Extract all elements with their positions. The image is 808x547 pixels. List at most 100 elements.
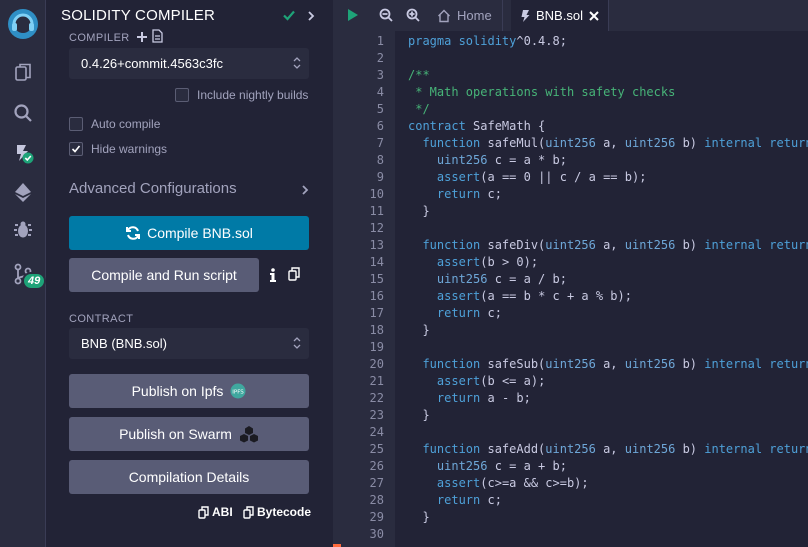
compiler-version-select[interactable]: 0.4.26+commit.4563c3fc bbox=[69, 48, 309, 79]
line-number: 15 bbox=[369, 272, 384, 286]
code-line[interactable]: 4 * Math operations with safety checks bbox=[333, 84, 808, 101]
auto-compile-checkbox[interactable]: Auto compile bbox=[69, 117, 160, 131]
zoom-in-icon[interactable] bbox=[406, 8, 420, 27]
code-token: uint256 bbox=[624, 238, 676, 252]
info-icon[interactable] bbox=[269, 267, 277, 288]
line-number: 28 bbox=[369, 493, 384, 507]
code-text: return a - b; bbox=[408, 390, 531, 407]
solidity-compiler-icon[interactable] bbox=[11, 140, 35, 164]
code-token: uint256 bbox=[436, 459, 488, 473]
code-line[interactable]: 16 assert(a == b * c + a % b); bbox=[333, 288, 808, 305]
code-token: returns bbox=[769, 238, 808, 252]
git-changes-badge: 49 bbox=[22, 272, 47, 290]
advanced-configurations-toggle[interactable]: Advanced Configurations bbox=[69, 180, 237, 197]
code-token: uint256 bbox=[624, 442, 676, 456]
refresh-icon bbox=[125, 225, 141, 241]
copy-abi-link[interactable]: ABI bbox=[198, 505, 233, 519]
tab-bnb-sol[interactable]: BNB.sol bbox=[511, 0, 609, 31]
code-line[interactable]: 20 function safeSub(uint256 a, uint256 b… bbox=[333, 356, 808, 373]
code-line[interactable]: 27 assert(c>=a && c>=b); bbox=[333, 475, 808, 492]
code-line[interactable]: 3 /** bbox=[333, 67, 808, 84]
add-compiler-icon[interactable] bbox=[136, 30, 148, 48]
code-line[interactable]: 12 bbox=[333, 220, 808, 237]
compile-button[interactable]: Compile BNB.sol bbox=[69, 216, 309, 250]
run-icon[interactable] bbox=[347, 8, 359, 27]
code-line[interactable]: 26 uint256 c = a + b; bbox=[333, 458, 808, 475]
compiler-file-icon[interactable] bbox=[152, 29, 163, 48]
code-line[interactable]: 25 function safeAdd(uint256 a, uint256 b… bbox=[333, 441, 808, 458]
code-token: a, bbox=[595, 442, 625, 456]
code-token: uint256 bbox=[545, 442, 596, 456]
code-line[interactable]: 9 assert(a == 0 || c / a == b); bbox=[333, 169, 808, 186]
remix-logo-icon[interactable] bbox=[6, 7, 40, 41]
search-icon[interactable] bbox=[11, 101, 35, 125]
code-line[interactable]: 24 bbox=[333, 424, 808, 441]
code-line[interactable]: 19 bbox=[333, 339, 808, 356]
code-line[interactable]: 18 } bbox=[333, 322, 808, 339]
code-line[interactable]: 8 uint256 c = a * b; bbox=[333, 152, 808, 169]
code-token: /** bbox=[408, 68, 430, 82]
contract-select[interactable]: BNB (BNB.sol) bbox=[69, 328, 309, 359]
code-line[interactable]: 13 function safeDiv(uint256 a, uint256 b… bbox=[333, 237, 808, 254]
copy-icon[interactable] bbox=[288, 267, 300, 286]
compile-run-script-button[interactable]: Compile and Run script bbox=[69, 258, 259, 292]
code-token: (b > 0); bbox=[480, 255, 539, 269]
code-line[interactable]: 28 return c; bbox=[333, 492, 808, 509]
code-line[interactable]: 11 } bbox=[333, 203, 808, 220]
code-token: c = a / b; bbox=[487, 272, 567, 286]
code-line[interactable]: 21 assert(b <= a); bbox=[333, 373, 808, 390]
line-number: 11 bbox=[369, 204, 384, 218]
code-text: uint256 c = a / b; bbox=[408, 271, 567, 288]
code-editor: Home BNB.sol 1 pragma solidity^0.4.8; 2 3/*… bbox=[333, 0, 808, 547]
deploy-icon[interactable] bbox=[11, 180, 35, 204]
copy-bytecode-link[interactable]: Bytecode bbox=[243, 505, 311, 519]
publish-swarm-button[interactable]: Publish on Swarm bbox=[69, 417, 309, 451]
publish-ipfs-label: Publish on Ipfs bbox=[131, 383, 224, 399]
compilation-details-button[interactable]: Compilation Details bbox=[69, 460, 309, 494]
close-icon[interactable] bbox=[589, 10, 599, 21]
hide-warnings-checkbox[interactable]: Hide warnings bbox=[69, 142, 167, 156]
code-line[interactable]: 2 bbox=[333, 50, 808, 67]
chevron-right-icon[interactable] bbox=[300, 183, 310, 201]
bytecode-label: Bytecode bbox=[257, 505, 312, 519]
code-line[interactable]: 22 return a - b; bbox=[333, 390, 808, 407]
code-line[interactable]: 15 uint256 c = a / b; bbox=[333, 271, 808, 288]
code-line[interactable]: 6 contract SafeMath { bbox=[333, 118, 808, 135]
code-line[interactable]: 1 pragma solidity^0.4.8; bbox=[333, 33, 808, 50]
code-text: /** bbox=[408, 67, 430, 84]
auto-compile-checkbox-box[interactable] bbox=[69, 117, 83, 131]
line-number: 18 bbox=[369, 323, 384, 337]
code-token: function bbox=[422, 136, 481, 150]
chevron-right-icon[interactable] bbox=[306, 9, 316, 27]
code-line[interactable]: 10 return c; bbox=[333, 186, 808, 203]
code-text: assert(c>=a && c>=b); bbox=[408, 475, 589, 492]
nightly-checkbox-box[interactable] bbox=[175, 88, 189, 102]
line-number: 12 bbox=[369, 221, 384, 235]
code-text: uint256 c = a * b; bbox=[408, 152, 567, 169]
code-line[interactable]: 14 assert(b > 0); bbox=[333, 254, 808, 271]
line-number: 14 bbox=[369, 255, 384, 269]
code-line[interactable]: 23 } bbox=[333, 407, 808, 424]
code-line[interactable]: 29 } bbox=[333, 509, 808, 526]
compiled-check-icon bbox=[282, 8, 296, 27]
code-line[interactable]: 30 bbox=[333, 526, 808, 543]
nightly-builds-checkbox[interactable]: Include nightly builds bbox=[175, 88, 308, 102]
publish-ipfs-button[interactable]: Publish on Ipfs IPFS bbox=[69, 374, 309, 408]
code-token: a, bbox=[595, 238, 625, 252]
code-line[interactable]: 7 function safeMul(uint256 a, uint256 b)… bbox=[333, 135, 808, 152]
file-explorer-icon[interactable] bbox=[11, 60, 35, 84]
zoom-out-icon[interactable] bbox=[379, 8, 393, 27]
nightly-builds-label: Include nightly builds bbox=[197, 88, 309, 102]
code-token: returns bbox=[769, 442, 808, 456]
tab-home[interactable]: Home bbox=[437, 0, 503, 31]
hide-warnings-checkbox-box[interactable] bbox=[69, 142, 83, 156]
line-number: 23 bbox=[369, 408, 384, 422]
debugger-icon[interactable] bbox=[11, 218, 35, 242]
code-line[interactable]: 17 return c; bbox=[333, 305, 808, 322]
code-line[interactable]: 5 */ bbox=[333, 101, 808, 118]
